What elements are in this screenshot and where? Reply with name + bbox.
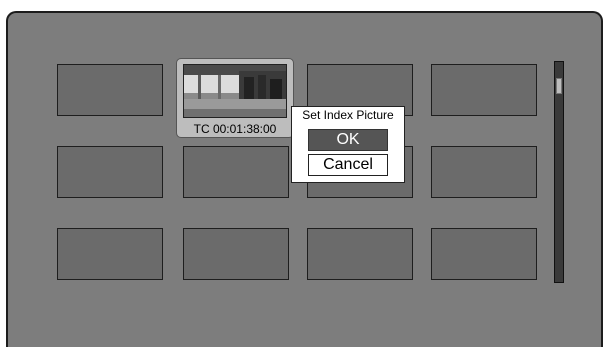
thumbnail-6[interactable]: [183, 146, 289, 198]
thumbnail-12[interactable]: [431, 228, 537, 280]
thumbnail-9[interactable]: [57, 228, 163, 280]
thumbnail-8[interactable]: [431, 146, 537, 198]
ok-button[interactable]: OK: [308, 129, 388, 151]
set-index-picture-dialog: Set Index Picture OK Cancel: [291, 106, 405, 183]
thumbnail-10[interactable]: [183, 228, 289, 280]
scrollbar-thumb[interactable]: [556, 78, 562, 94]
thumbnail-image: [183, 64, 287, 118]
thumbnail-5[interactable]: [57, 146, 163, 198]
thumbnail-11[interactable]: [307, 228, 413, 280]
selected-thumbnail[interactable]: TC 00:01:38:00: [176, 58, 294, 138]
cancel-button[interactable]: Cancel: [308, 154, 388, 176]
timecode-label: TC 00:01:38:00: [193, 122, 277, 136]
thumbnail-1[interactable]: [57, 64, 163, 116]
vertical-scrollbar[interactable]: [554, 61, 564, 283]
thumbnail-4[interactable]: [431, 64, 537, 116]
dialog-title: Set Index Picture: [302, 108, 394, 122]
